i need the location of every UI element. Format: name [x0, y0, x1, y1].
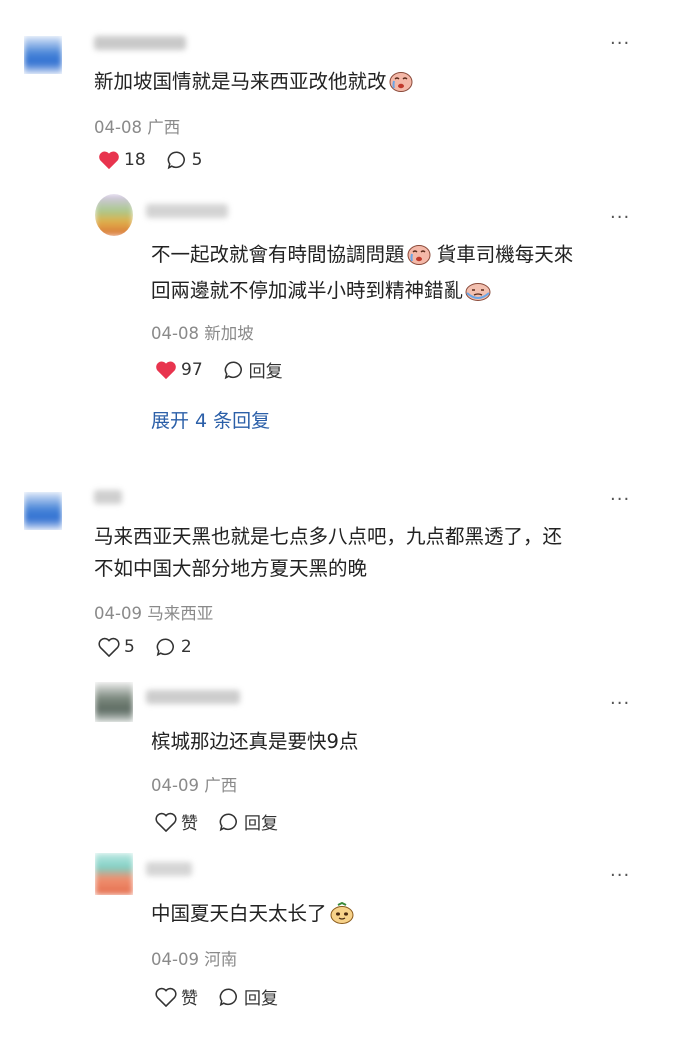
reply-label: 回复 [244, 989, 278, 1009]
reply-label: 回复 [248, 362, 283, 382]
comment-actions: 5 2 [98, 637, 212, 657]
reply-count: 5 [191, 150, 203, 170]
reply-location: 广西 [204, 776, 238, 795]
like-button[interactable]: 97 [155, 360, 203, 380]
emoji-sweat-icon [465, 279, 491, 311]
avatar[interactable] [24, 492, 62, 530]
like-button[interactable]: 赞 [155, 809, 198, 834]
reply-actions: 赞 回复 [155, 984, 298, 1009]
username[interactable] [146, 862, 192, 876]
reply-location: 河南 [204, 950, 238, 969]
reply-text: 中国夏天白天太长了 [151, 898, 355, 934]
username[interactable] [94, 36, 186, 50]
comment-icon [219, 987, 237, 1006]
reply-meta: 04-09 广西 [151, 772, 237, 796]
more-icon[interactable]: ··· [610, 35, 630, 53]
reply-count-button[interactable]: 5 [166, 150, 203, 170]
more-icon[interactable]: ··· [610, 491, 630, 509]
like-button[interactable]: 赞 [155, 984, 198, 1009]
heart-icon [155, 987, 177, 1007]
heart-icon [99, 151, 119, 170]
reply-actions: 97 回复 [155, 357, 303, 382]
comment-icon [167, 151, 185, 170]
comment-text: 马来西亚天黑也就是七点多八点吧，九点都黑透了，还 不如中国大部分地方夏天黑的晚 [94, 525, 563, 580]
reply-date: 04-08 [151, 324, 199, 343]
avatar[interactable] [24, 36, 62, 74]
emoji-cry-icon [389, 70, 413, 102]
like-label: 赞 [181, 989, 198, 1009]
avatar[interactable] [95, 853, 133, 895]
expand-replies-link[interactable]: 展开 4 条回复 [151, 406, 270, 433]
like-count: 18 [124, 150, 146, 170]
reply-text: 不一起改就會有時間協調問題 貨車司機每天來 回兩邊就不停加減半小時到精神錯亂 [151, 239, 573, 311]
reply-label: 回复 [244, 814, 278, 834]
reply-meta: 04-08 新加坡 [151, 320, 254, 344]
emoji-cry-icon [407, 243, 431, 275]
reply-button[interactable]: 回复 [218, 809, 278, 834]
avatar[interactable] [95, 682, 133, 722]
comment-date: 04-08 [94, 118, 142, 137]
heart-icon [156, 361, 176, 379]
comment-icon [219, 812, 237, 831]
comment-meta: 04-08 广西 [94, 114, 180, 138]
reply-button[interactable]: 回复 [223, 357, 283, 382]
comment-actions: 18 5 [98, 150, 222, 170]
more-icon[interactable]: ··· [610, 209, 630, 227]
more-icon[interactable]: ··· [610, 867, 630, 885]
comment-location: 广西 [147, 118, 181, 137]
comment-icon [224, 360, 242, 379]
comment-icon [156, 638, 174, 657]
more-icon[interactable]: ··· [610, 695, 630, 713]
emoji-smirk-icon [329, 901, 355, 934]
reply-count: 2 [180, 637, 192, 657]
comment-date: 04-09 [94, 604, 142, 623]
reply-actions: 赞 回复 [155, 809, 298, 834]
reply-date: 04-09 [151, 776, 199, 795]
reply-count-button[interactable]: 2 [155, 637, 192, 657]
like-count: 97 [181, 359, 203, 380]
like-count: 5 [124, 637, 135, 657]
username[interactable] [146, 204, 228, 218]
reply-text: 槟城那边还真是要快9点 [151, 730, 359, 753]
heart-icon [98, 637, 120, 657]
avatar[interactable] [95, 194, 133, 236]
comment-location: 马来西亚 [147, 604, 214, 623]
like-button[interactable]: 18 [98, 150, 146, 170]
username[interactable] [94, 490, 122, 504]
username[interactable] [146, 690, 240, 704]
heart-icon [155, 812, 177, 832]
reply-meta: 04-09 河南 [151, 946, 237, 970]
comment-meta: 04-09 马来西亚 [94, 600, 213, 624]
comment-text: 新加坡国情就是马来西亚改他就改 [94, 66, 413, 102]
like-label: 赞 [181, 814, 198, 834]
reply-button[interactable]: 回复 [218, 984, 278, 1009]
like-button[interactable]: 5 [98, 637, 135, 657]
reply-location: 新加坡 [204, 324, 254, 343]
reply-date: 04-09 [151, 950, 199, 969]
